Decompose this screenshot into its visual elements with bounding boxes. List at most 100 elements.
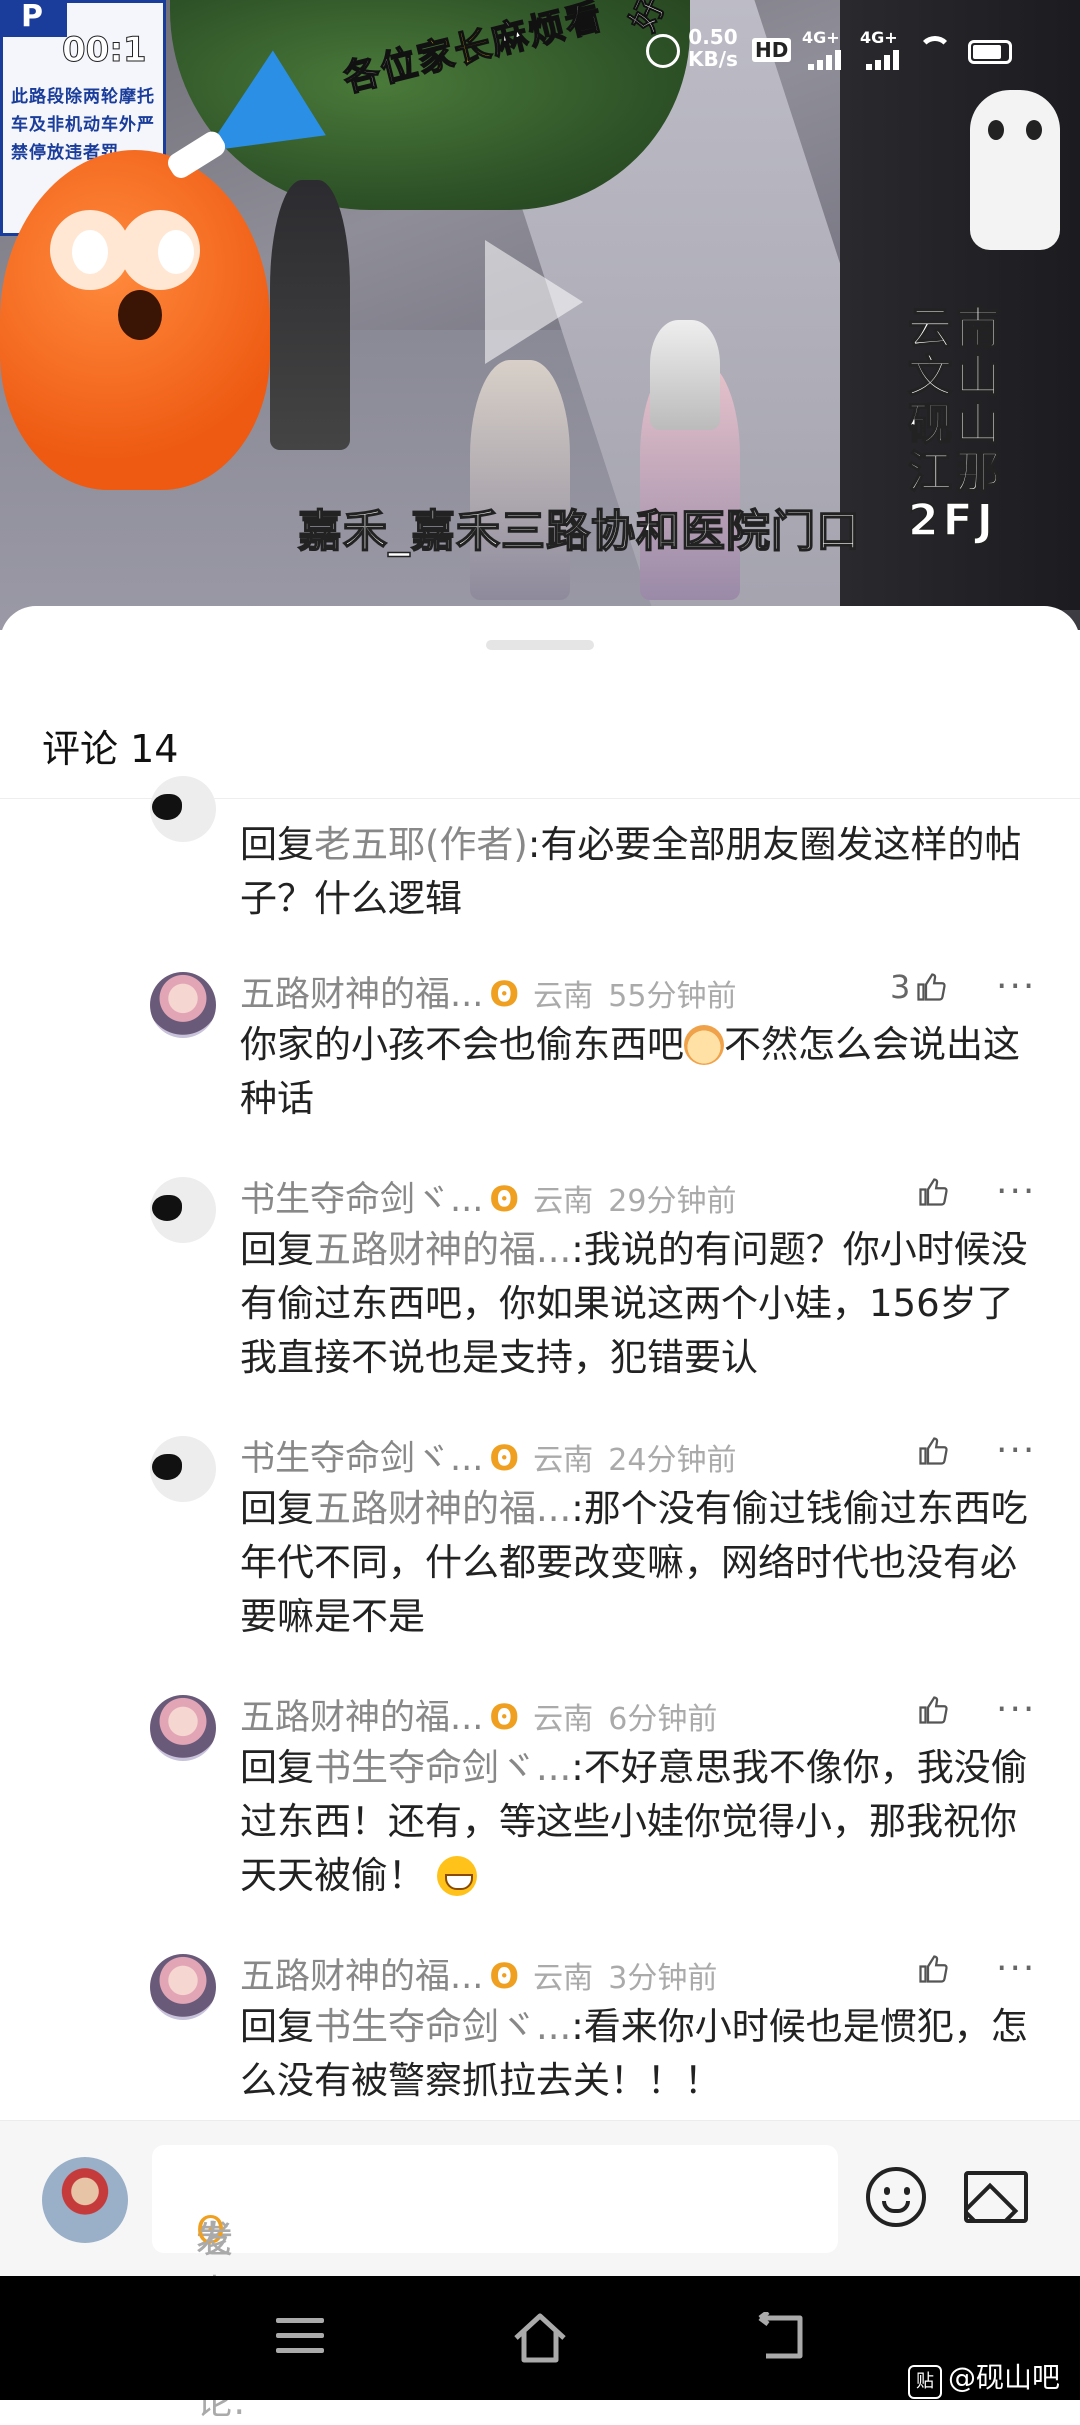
reply-prefix: 回复 bbox=[240, 2005, 314, 2048]
more-options-icon[interactable]: ··· bbox=[996, 966, 1036, 1007]
comment-header: 书生夺命剑ヾ... ʘ 云南 29分钟前 bbox=[240, 1171, 736, 1222]
thumbs-up-icon bbox=[919, 1178, 948, 1206]
more-options-icon[interactable]: ··· bbox=[996, 1689, 1036, 1730]
current-user-avatar[interactable] bbox=[42, 2157, 128, 2243]
play-icon[interactable] bbox=[485, 240, 583, 364]
comment-body: 你家的小孩不会也偷东西吧 不然怎么会说出这种话 bbox=[240, 1018, 1040, 1126]
comment-input[interactable]: 老五耶ʘ 发表评论: bbox=[152, 2145, 838, 2423]
girl-avatar[interactable] bbox=[150, 972, 216, 1038]
comments-title: 评论 14 bbox=[42, 727, 179, 771]
like-button[interactable] bbox=[912, 1691, 948, 1729]
system-nav-bar: 贴 @砚山吧 bbox=[0, 2276, 1080, 2400]
comment-location: 云南 bbox=[533, 1184, 594, 1219]
like-button[interactable] bbox=[912, 1950, 948, 1988]
thumbs-up-icon bbox=[919, 1437, 948, 1465]
comment-header: 书生夺命剑ヾ... ʘ 云南 24分钟前 bbox=[240, 1430, 736, 1481]
grin-emoji-icon bbox=[436, 1856, 477, 1896]
reply-target[interactable]: 五路财神的福... bbox=[314, 1487, 571, 1530]
comment-username[interactable]: 五路财神的福... bbox=[240, 1957, 483, 1997]
watermark: 贴 @砚山吧 bbox=[908, 2356, 1060, 2399]
comment-time: 29分钟前 bbox=[608, 1184, 737, 1219]
more-options-icon[interactable]: ··· bbox=[996, 1948, 1036, 1989]
reply-target[interactable]: 书生夺命剑ヾ... bbox=[314, 2005, 571, 2048]
comment-username[interactable]: 书生夺命剑ヾ... bbox=[240, 1439, 483, 1479]
comment-text: 你家的小孩不会也偷东西吧 bbox=[240, 1023, 684, 1066]
net-speed: 0.50 KB/s bbox=[688, 26, 738, 70]
pedestrian-adult bbox=[270, 180, 350, 450]
comment-location: 云南 bbox=[533, 1702, 594, 1737]
comment-time: 3分钟前 bbox=[608, 1961, 718, 1996]
sheep-avatar[interactable] bbox=[150, 1436, 216, 1502]
comment-username[interactable]: 书生夺命剑ヾ... bbox=[240, 1180, 483, 1220]
home-icon[interactable] bbox=[510, 2310, 570, 2366]
pedestrian-child bbox=[650, 320, 720, 430]
comment-username[interactable]: 五路财神的福... bbox=[240, 1698, 483, 1738]
thumbs-up-icon bbox=[917, 973, 947, 1001]
menu-icon[interactable] bbox=[276, 2318, 324, 2354]
status-bar: 00:1 0.50 KB/s HD 4G+ 4G+ bbox=[0, 22, 1080, 82]
comment-body: 回复老五耶(作者):有必要全部朋友圈发这样的帖子？什么逻辑 bbox=[240, 818, 1040, 926]
comment-input-bar: 老五耶ʘ 发表评论: bbox=[0, 2120, 1080, 2423]
comment-time: 24分钟前 bbox=[608, 1443, 737, 1478]
net-speed-value: 0.50 bbox=[688, 25, 738, 49]
alarm-icon bbox=[646, 34, 680, 68]
comment-location: 云南 bbox=[533, 979, 594, 1014]
girl-avatar[interactable] bbox=[150, 1695, 216, 1761]
girl-avatar[interactable] bbox=[150, 1954, 216, 2020]
reply-prefix: 回复 bbox=[240, 823, 314, 866]
like-button[interactable] bbox=[912, 1173, 948, 1211]
mascot-eye bbox=[72, 230, 108, 274]
wifi-icon bbox=[918, 36, 952, 64]
mascot-mouth bbox=[118, 290, 162, 340]
reply-target[interactable]: 五路财神的福... bbox=[314, 1228, 571, 1271]
like-button[interactable]: 3 bbox=[890, 968, 947, 1006]
comment-body: 回复书生夺命剑ヾ...:看来你小时候也是惯犯，怎么没有被警察抓拉去关！！！ bbox=[240, 2000, 1040, 2108]
reply-target[interactable]: 书生夺命剑ヾ... bbox=[314, 1746, 571, 1789]
pedestrian-child bbox=[470, 360, 570, 600]
comment-body: 回复五路财神的福...:我说的有问题？你小时候没有偷过东西吧，你如果说这两个小娃… bbox=[240, 1223, 1040, 1385]
vip-badge-icon: ʘ bbox=[489, 975, 520, 1015]
vip-badge-icon: ʘ bbox=[489, 1957, 520, 1997]
reply-target[interactable]: 老五耶(作者) bbox=[314, 823, 528, 866]
mascot-eye bbox=[158, 230, 194, 274]
more-options-icon[interactable]: ··· bbox=[996, 1171, 1036, 1212]
emoji-icon[interactable] bbox=[866, 2167, 926, 2227]
sim1-label: 4G+ bbox=[802, 28, 840, 47]
thumbs-up-icon bbox=[919, 1955, 948, 1983]
more-options-icon[interactable]: ··· bbox=[996, 1430, 1036, 1471]
like-button[interactable] bbox=[912, 1432, 948, 1470]
comment-time: 6分钟前 bbox=[608, 1702, 718, 1737]
comment-header: 五路财神的福... ʘ 云南 6分钟前 bbox=[240, 1689, 717, 1740]
battery-icon bbox=[968, 40, 1012, 64]
watermark-text: @砚山吧 bbox=[948, 2361, 1061, 2394]
sim2-label: 4G+ bbox=[860, 28, 898, 47]
back-icon[interactable] bbox=[752, 2312, 808, 2362]
vip-badge-icon: ʘ bbox=[489, 1180, 520, 1220]
image-icon[interactable] bbox=[964, 2171, 1028, 2223]
comment-location: 云南 bbox=[533, 1961, 594, 1996]
panda-statue bbox=[970, 90, 1060, 250]
net-speed-unit: KB/s bbox=[688, 47, 738, 71]
comment-username[interactable]: 五路财神的福... bbox=[240, 975, 483, 1015]
cat-emoji-icon bbox=[684, 1025, 724, 1065]
signal-icon bbox=[866, 48, 906, 70]
hd-icon: HD bbox=[752, 38, 792, 62]
comment-body: 回复五路财神的福...:那个没有偷过钱偷过东西吃年代不同，什么都要改变嘛，网络时… bbox=[240, 1482, 1040, 1644]
reply-prefix: 回复 bbox=[240, 1487, 314, 1530]
comment-header: 五路财神的福... ʘ 云南 55分钟前 bbox=[240, 966, 736, 1017]
comment-body: 回复书生夺命剑ヾ...:不好意思我不像你，我没偷过东西！还有，等这些小娃你觉得小… bbox=[240, 1741, 1040, 1903]
comment-header: 五路财神的福... ʘ 云南 3分钟前 bbox=[240, 1948, 717, 1999]
video-player[interactable]: P 此路段除两轮摩托车及非机动车外严禁停放违者罚 好 各位家长麻烦看 嘉禾_嘉禾… bbox=[0, 0, 1080, 630]
thumbs-up-icon bbox=[919, 1696, 948, 1724]
vip-badge-icon: ʘ bbox=[489, 1698, 520, 1738]
sheet-drag-handle[interactable] bbox=[486, 640, 594, 650]
vip-badge-icon: ʘ bbox=[489, 1439, 520, 1479]
sheep-avatar[interactable] bbox=[150, 776, 216, 842]
reply-prefix: 回复 bbox=[240, 1228, 314, 1271]
sheep-avatar[interactable] bbox=[150, 1177, 216, 1243]
signal-icon bbox=[808, 48, 848, 70]
video-location-caption: 嘉禾_嘉禾三路协和医院门口 bbox=[297, 505, 861, 558]
comments-sheet: 评论 14 回复老五耶(作者):有必要全部朋友圈发这样的帖子？什么逻辑 五路财神… bbox=[0, 606, 1080, 2280]
reply-prefix: 回复 bbox=[240, 1746, 314, 1789]
like-count: 3 bbox=[890, 968, 911, 1006]
